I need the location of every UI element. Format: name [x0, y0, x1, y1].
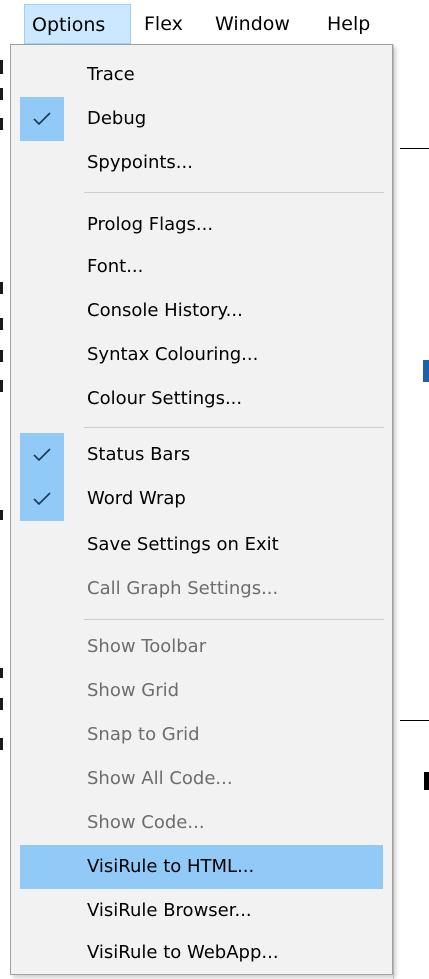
menu-item-trace[interactable]: Trace: [20, 53, 383, 97]
menu-bar: Options Flex Window Help: [0, 0, 429, 44]
menu-item-label: Show All Code...: [87, 768, 233, 789]
menu-item-show-grid: Show Grid: [20, 669, 383, 713]
menu-item-snap-to-grid: Snap to Grid: [20, 713, 383, 757]
menu-item-label: Show Toolbar: [87, 636, 207, 657]
menu-options[interactable]: Options: [24, 4, 131, 44]
menu-item-label: Show Grid: [87, 680, 180, 701]
menu-item-label: Prolog Flags...: [87, 214, 214, 235]
menu-item-console-history[interactable]: Console History...: [20, 289, 383, 333]
checkmark-icon: [20, 433, 64, 477]
menu-item-label: Show Code...: [87, 812, 205, 833]
background-text-fragment: [0, 738, 3, 750]
background-window-border: [393, 0, 394, 979]
menu-item-prolog-flags[interactable]: Prolog Flags...: [20, 203, 383, 247]
menu-item-visirule-browser[interactable]: VisiRule Browser...: [20, 889, 383, 933]
menu-item-visirule-to-html[interactable]: VisiRule to HTML...: [20, 845, 383, 889]
menu-item-label: Word Wrap: [87, 488, 186, 509]
menu-item-label: Colour Settings...: [87, 388, 243, 409]
background-text-fragment: [0, 350, 3, 362]
menu-item-status-bars[interactable]: Status Bars: [20, 433, 383, 477]
menu-item-label: Trace: [87, 64, 135, 85]
menu-item-visirule-to-webapp[interactable]: VisiRule to WebApp...: [20, 931, 383, 975]
checkmark-icon: [20, 97, 64, 141]
menu-separator: [84, 427, 384, 428]
background-text-fragment: [0, 668, 3, 678]
background-text-fragment: [0, 510, 3, 520]
menu-item-show-toolbar: Show Toolbar: [20, 625, 383, 669]
background-text-fragment: [0, 88, 3, 100]
menu-item-label: Font...: [87, 256, 144, 277]
background-divider: [400, 720, 429, 721]
menu-item-colour-settings[interactable]: Colour Settings...: [20, 377, 383, 421]
menu-separator: [84, 619, 384, 620]
menu-item-label: Spypoints...: [87, 152, 193, 173]
menu-item-word-wrap[interactable]: Word Wrap: [20, 477, 383, 521]
menu-item-label: Console History...: [87, 300, 243, 321]
background-text-fragment: [0, 380, 3, 392]
menu-item-show-all-code: Show All Code...: [20, 757, 383, 801]
background-scroll-marker: [423, 360, 429, 382]
menu-item-syntax-colouring[interactable]: Syntax Colouring...: [20, 333, 383, 377]
checkmark-icon: [20, 477, 64, 521]
menu-window[interactable]: Window: [208, 4, 311, 44]
menu-item-debug[interactable]: Debug: [20, 97, 383, 141]
menu-item-label: VisiRule to WebApp...: [87, 942, 279, 963]
menu-item-show-code: Show Code...: [20, 801, 383, 845]
menu-separator: [84, 192, 384, 193]
menu-item-font[interactable]: Font...: [20, 245, 383, 289]
menu-item-label: VisiRule to HTML...: [87, 856, 255, 877]
menu-flex[interactable]: Flex: [137, 4, 201, 44]
menu-item-label: Save Settings on Exit: [87, 534, 279, 555]
screen: Options Flex Window Help Trace Debug Spy…: [0, 0, 429, 979]
background-text-fragment: [0, 282, 3, 294]
background-divider: [400, 148, 429, 149]
options-dropdown: Trace Debug Spypoints... Prolog Flags...…: [10, 44, 393, 975]
menu-help[interactable]: Help: [320, 4, 380, 44]
menu-item-label: VisiRule Browser...: [87, 900, 252, 921]
background-text-fragment: [424, 772, 429, 790]
menu-item-label: Debug: [87, 108, 147, 129]
menu-item-label: Syntax Colouring...: [87, 344, 259, 365]
background-text-fragment: [0, 118, 3, 130]
background-text-fragment: [0, 698, 3, 710]
menu-item-label: Snap to Grid: [87, 724, 200, 745]
menu-item-label: Status Bars: [87, 444, 191, 465]
background-text-fragment: [0, 60, 3, 74]
menu-item-spypoints[interactable]: Spypoints...: [20, 141, 383, 185]
background-text-fragment: [0, 318, 3, 330]
menu-item-label: Call Graph Settings...: [87, 578, 279, 599]
menu-item-save-settings-on-exit[interactable]: Save Settings on Exit: [20, 523, 383, 567]
menu-item-call-graph-settings: Call Graph Settings...: [20, 567, 383, 611]
